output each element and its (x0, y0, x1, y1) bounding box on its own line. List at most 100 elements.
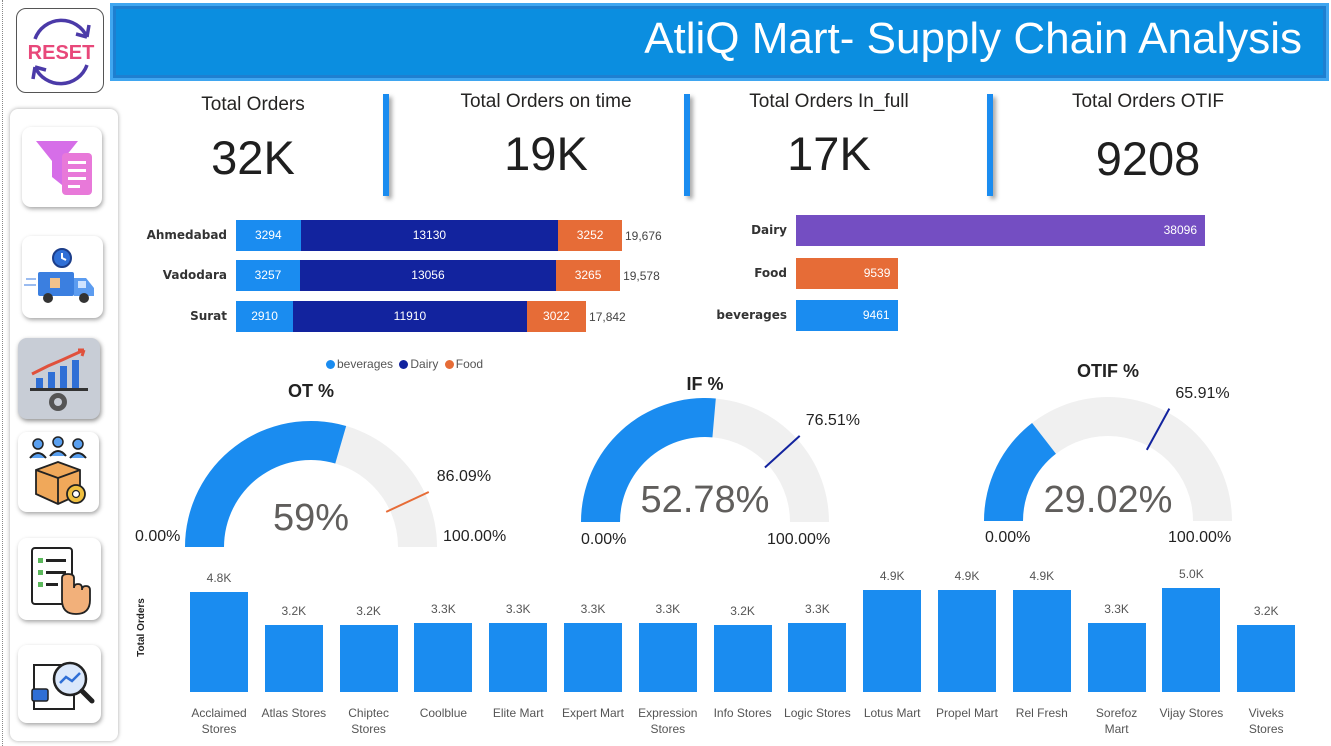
filter-list-icon (36, 141, 92, 195)
store-bar-value-label: 4.8K (206, 571, 232, 586)
nav-filter-button[interactable] (22, 127, 102, 207)
store-category-label-line: Acclaimed (191, 706, 247, 720)
store-category-label-line: Stores (650, 722, 686, 736)
bar-segment-dairy: 11910 (293, 301, 527, 332)
store-bar (190, 592, 248, 692)
store-bar-value-label: 4.9K (879, 569, 905, 584)
bar-segment-dairy: 13130 (300, 220, 559, 251)
gauge-min-label: 0.00% (135, 528, 181, 545)
store-bar (1087, 623, 1146, 692)
store-category-label-line: Vijay Stores (1159, 706, 1224, 720)
reset-button[interactable]: RESET (16, 8, 104, 93)
nav-delivery-button[interactable] (22, 236, 103, 318)
gauge-target-label: 86.09% (436, 467, 492, 485)
store-category-label-line: Elite Mart (492, 706, 544, 720)
nav-search-doc-button[interactable] (18, 645, 101, 723)
nav-team-button[interactable] (18, 432, 99, 512)
nav-growth-button[interactable] (18, 338, 100, 419)
store-bar (489, 623, 548, 692)
store-category-label-line: Atlas Stores (261, 706, 327, 720)
store-category-label-line: Viveks (1248, 706, 1284, 720)
gauge-max-label: 100.00% (443, 528, 507, 545)
store-category-label: Expert Mart (555, 705, 631, 721)
store-category-label: Lotus Mart (854, 705, 930, 721)
gauge-title: OT % (287, 381, 334, 401)
bar-segment-food: 3252 (558, 220, 622, 251)
store-category-label-line: Expression (638, 706, 698, 720)
store-bar-value-label: 3.2K (356, 604, 381, 619)
checklist-hand-icon (31, 547, 91, 615)
store-category-label: Elite Mart (480, 705, 556, 721)
store-category-label-line: Expert Mart (561, 706, 624, 720)
store-bar (1237, 625, 1296, 692)
delivery-truck-icon (24, 248, 94, 303)
gauge-value-label: 59% (272, 497, 350, 539)
category-label-beverages: beverages (716, 308, 787, 322)
store-bar-value-label: 3.3K (580, 602, 606, 617)
kpi-in-full-value: 17K (787, 127, 871, 180)
store-bar (564, 623, 622, 692)
page-border-line (2, 0, 3, 746)
gauge-title: OTIF % (1077, 361, 1139, 381)
kpi-otif-label: Total Orders OTIF (1071, 91, 1225, 112)
bar-total-label: 17,842 (589, 310, 626, 324)
legend-label-beverages: beverages (337, 357, 394, 371)
city-label-surat: Surat (190, 309, 227, 323)
gauge-max-label: 100.00% (1168, 529, 1232, 546)
store-category-label-line: Mart (1104, 722, 1129, 736)
reset-label: RESET (28, 42, 95, 64)
store-bar (264, 625, 323, 692)
store-category-label-line: Sorefoz (1095, 706, 1138, 720)
store-bar-value-label: 3.3K (431, 602, 456, 617)
store-category-label: Acclaimed Stores (181, 705, 257, 737)
gauge-value-label: 29.02% (1043, 479, 1173, 521)
kpi-separator (383, 94, 389, 196)
store-bar (863, 590, 922, 692)
bar-segment-dairy: 13056 (299, 260, 557, 291)
nav-checklist-button[interactable] (18, 538, 101, 620)
store-category-label: Info Stores (705, 705, 781, 721)
store-bar-value-label: 3.3K (505, 602, 531, 617)
store-category-label: Expression Stores (630, 705, 706, 737)
category-bar-beverages: 9461 (796, 300, 898, 331)
city-label-vadodara: Vadodara (162, 268, 227, 282)
team-package-gear-icon (29, 436, 87, 505)
store-chart-y-axis-title: Total Orders (135, 598, 147, 657)
legend-label-dairy: Dairy (410, 357, 439, 371)
gauge-min-label: 0.00% (581, 531, 627, 548)
legend-dot-dairy (399, 360, 409, 369)
reset-icon: RESET (28, 18, 95, 86)
gauge-target-label: 65.91% (1175, 384, 1230, 402)
legend-label-food: Food (455, 357, 484, 371)
store-category-label: Coolblue (405, 705, 481, 721)
store-category-label: Chiptec Stores (331, 705, 407, 737)
store-bar (938, 590, 996, 692)
legend-dot-food (444, 360, 454, 369)
city-chart-legend: beverages Dairy Food (326, 357, 483, 371)
category-label-dairy: Dairy (751, 223, 787, 237)
store-category-label: Rel Fresh (1004, 705, 1080, 721)
store-category-label: Vijay Stores (1153, 705, 1229, 721)
category-bar-food: 9539 (796, 258, 899, 289)
store-bar (339, 625, 398, 692)
store-bar-value-label: 3.3K (655, 602, 681, 617)
kpi-separator (987, 94, 993, 196)
store-bar-value-label: 3.2K (1253, 604, 1279, 619)
gauge-max-label: 100.00% (767, 531, 831, 548)
store-category-label-line: Chiptec (348, 706, 389, 720)
store-category-label-line: Info Stores (713, 706, 772, 720)
bar-total-label: 19,578 (623, 269, 660, 283)
store-bar (788, 623, 847, 692)
store-bar (1162, 588, 1221, 692)
store-bar (414, 623, 473, 692)
store-bar-value-label: 4.9K (954, 569, 980, 584)
bar-segment-beverages: 3294 (236, 220, 301, 251)
store-bar-value-label: 5.0K (1179, 567, 1204, 581)
store-category-label: Logic Stores (779, 705, 855, 721)
store-bar (713, 625, 772, 692)
store-category-label: Viveks Stores (1228, 705, 1304, 737)
gauge-target-label: 76.51% (805, 411, 860, 429)
page-title: AtliQ Mart- Supply Chain Analysis (644, 14, 1302, 63)
store-bar-value-label: 3.3K (805, 602, 830, 617)
category-bar-dairy: 38096 (796, 215, 1205, 246)
